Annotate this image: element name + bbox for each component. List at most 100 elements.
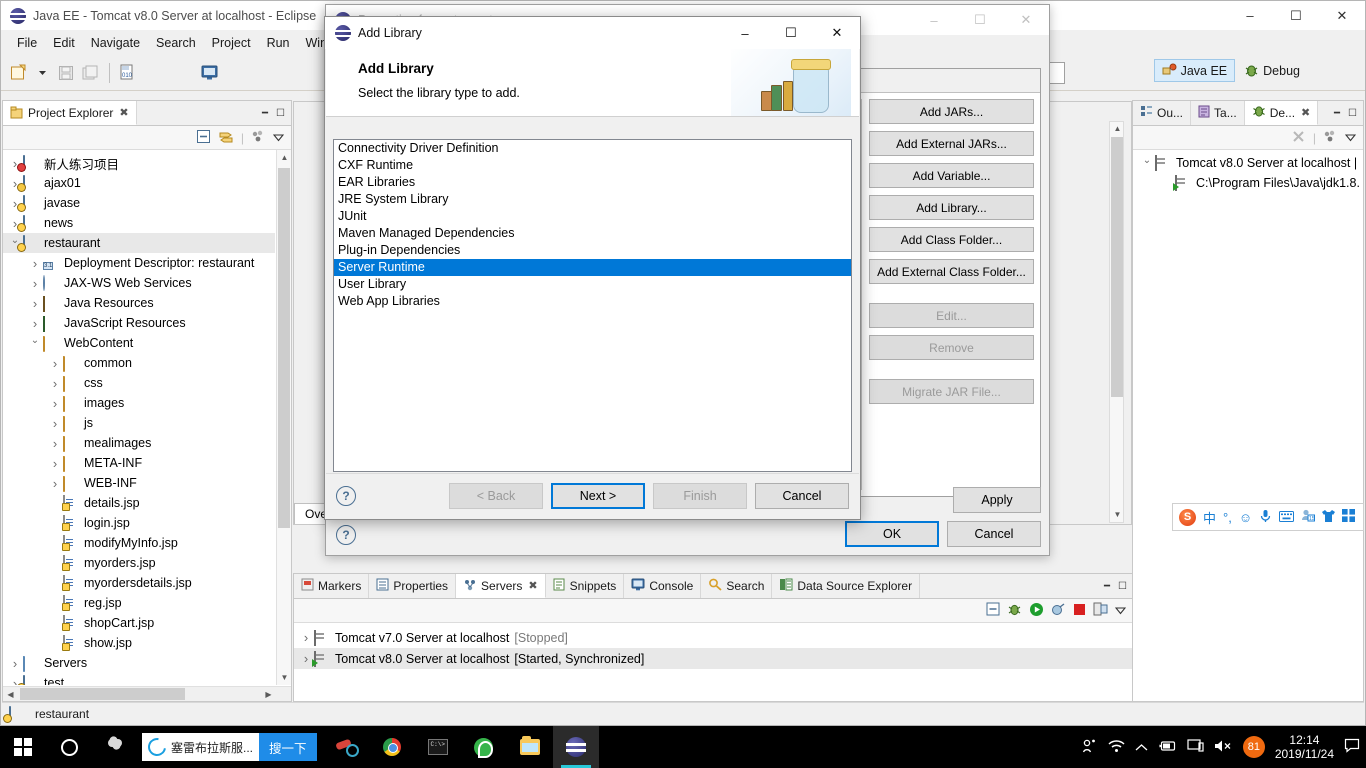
chevron-right-icon[interactable] bbox=[7, 656, 23, 671]
sogou-ime-logo-icon[interactable] bbox=[1179, 508, 1196, 526]
tree-item[interactable]: META-INF bbox=[3, 453, 275, 473]
servers-list[interactable]: Tomcat v7.0 Server at localhost [Stopped]… bbox=[294, 623, 1133, 669]
chevron-up-icon[interactable] bbox=[1135, 740, 1148, 755]
stop-server-icon[interactable] bbox=[1073, 603, 1086, 619]
apply-button[interactable]: Apply bbox=[953, 487, 1041, 513]
tab-search[interactable]: Search bbox=[701, 574, 773, 598]
chevron-right-icon[interactable] bbox=[47, 476, 63, 491]
properties-button-add-external-jars[interactable]: Add External JARs... bbox=[869, 131, 1034, 156]
properties-button-add-library[interactable]: Add Library... bbox=[869, 195, 1034, 220]
editor-scroll-up-icon[interactable]: ▲ bbox=[1110, 122, 1125, 136]
scroll-down-arrow-icon[interactable]: ▼ bbox=[277, 670, 291, 685]
tab-close-icon[interactable]: ✖ bbox=[1301, 106, 1310, 119]
tree-item[interactable]: myorders.jsp bbox=[3, 553, 275, 573]
minimize-right-panel-icon[interactable]: ━ bbox=[1334, 108, 1340, 119]
tab-snippets[interactable]: Snippets bbox=[545, 574, 625, 598]
tab-outline[interactable]: Ou... bbox=[1133, 101, 1192, 125]
library-type-item[interactable]: Plug-in Dependencies bbox=[334, 242, 851, 259]
debug-tree[interactable]: Tomcat v8.0 Server at localhost | C:\Prog… bbox=[1133, 150, 1363, 193]
project-tree[interactable]: 新人练习项目 ajax01 javase news restaurant 3.1 Deplo… bbox=[3, 150, 275, 685]
ime-punctuation-icon[interactable]: °, bbox=[1223, 510, 1232, 525]
chevron-right-icon[interactable] bbox=[47, 396, 63, 411]
library-type-item[interactable]: User Library bbox=[334, 276, 851, 293]
ie-window-button[interactable]: 塞雷布拉斯服... bbox=[142, 733, 260, 761]
chevron-right-icon[interactable] bbox=[47, 356, 63, 371]
tab-close-icon[interactable]: ✖ bbox=[528, 579, 537, 592]
chevron-down-icon[interactable] bbox=[27, 338, 43, 349]
tree-item[interactable]: login.jsp bbox=[3, 513, 275, 533]
fan-control-button[interactable] bbox=[92, 726, 138, 768]
tree-item[interactable]: Servers bbox=[3, 653, 275, 673]
properties-cancel-button[interactable]: Cancel bbox=[947, 521, 1041, 547]
collapse-all-icon[interactable] bbox=[196, 129, 211, 147]
chevron-right-icon[interactable] bbox=[47, 376, 63, 391]
link-with-editor-icon[interactable] bbox=[218, 129, 234, 147]
properties-help-icon[interactable]: ? bbox=[336, 525, 356, 545]
project-explorer-vscrollbar[interactable]: ▲ ▼ bbox=[276, 150, 291, 685]
tree-item[interactable]: myordersdetails.jsp bbox=[3, 573, 275, 593]
tree-item[interactable]: JavaScript Resources bbox=[3, 313, 275, 333]
ime-skin-icon[interactable] bbox=[1322, 509, 1336, 526]
library-type-item[interactable]: Web App Libraries bbox=[334, 293, 851, 310]
scroll-up-arrow-icon[interactable]: ▲ bbox=[277, 150, 291, 165]
tree-item[interactable]: ajax01 bbox=[3, 173, 275, 193]
add-library-button-next[interactable]: Next > bbox=[551, 483, 645, 509]
menu-run[interactable]: Run bbox=[259, 33, 298, 53]
chevron-right-icon[interactable] bbox=[298, 630, 314, 645]
tree-item[interactable]: show.jsp bbox=[3, 633, 275, 653]
ime-voice-icon[interactable] bbox=[1259, 509, 1272, 526]
properties-minimize-button[interactable]: – bbox=[911, 5, 957, 35]
debug-view-menu-dots-icon[interactable] bbox=[1323, 129, 1338, 147]
scroll-right-arrow-icon[interactable]: ▶ bbox=[261, 687, 276, 701]
tree-item[interactable]: common bbox=[3, 353, 275, 373]
snipping-tool-button[interactable] bbox=[323, 726, 369, 768]
menu-search[interactable]: Search bbox=[148, 33, 204, 53]
publish-server-icon[interactable] bbox=[1093, 602, 1108, 619]
vscroll-thumb[interactable] bbox=[278, 168, 290, 528]
tab-debug[interactable]: De... ✖ bbox=[1244, 101, 1319, 125]
tree-item[interactable]: mealimages bbox=[3, 433, 275, 453]
volume-muted-icon[interactable] bbox=[1214, 739, 1233, 756]
editor-scroll-down-icon[interactable]: ▼ bbox=[1110, 508, 1125, 522]
server-row[interactable]: Tomcat v7.0 Server at localhost [Stopped] bbox=[294, 627, 1133, 648]
properties-button-add-variable[interactable]: Add Variable... bbox=[869, 163, 1034, 188]
tree-item[interactable]: 新人练习项目 bbox=[3, 153, 275, 173]
tree-item[interactable]: restaurant bbox=[3, 233, 275, 253]
cortana-button[interactable] bbox=[46, 726, 92, 768]
properties-button-add-jars[interactable]: Add JARs... bbox=[869, 99, 1034, 124]
tree-item[interactable]: js bbox=[3, 413, 275, 433]
maxthon-window-button[interactable] bbox=[461, 726, 507, 768]
minimize-bottom-panel-icon[interactable]: ━ bbox=[1104, 581, 1110, 592]
project-explorer-hscrollbar[interactable]: ◀ ▶ bbox=[3, 686, 291, 701]
wifi-icon[interactable] bbox=[1108, 739, 1125, 756]
collapse-all-servers-icon[interactable] bbox=[986, 602, 1000, 619]
scroll-left-arrow-icon[interactable]: ◀ bbox=[3, 687, 18, 701]
add-library-minimize-button[interactable]: – bbox=[722, 17, 768, 49]
start-button[interactable] bbox=[0, 726, 46, 768]
tab-markers[interactable]: Markers bbox=[294, 574, 370, 598]
perspective-java-ee[interactable]: Java EE bbox=[1153, 59, 1236, 82]
library-type-item[interactable]: JRE System Library bbox=[334, 191, 851, 208]
chevron-right-icon[interactable] bbox=[27, 316, 43, 331]
profile-server-icon[interactable] bbox=[1051, 602, 1066, 620]
hex-editor-icon[interactable]: 010 bbox=[116, 61, 138, 85]
chevron-right-icon[interactable] bbox=[27, 256, 43, 271]
tree-item[interactable]: WebContent bbox=[3, 333, 275, 353]
properties-button-add-class-folder[interactable]: Add Class Folder... bbox=[869, 227, 1034, 252]
library-type-list[interactable]: Connectivity Driver Definition CXF Runtim… bbox=[333, 139, 852, 472]
chevron-right-icon[interactable] bbox=[47, 416, 63, 431]
library-type-item[interactable]: CXF Runtime bbox=[334, 157, 851, 174]
library-type-item[interactable]: Maven Managed Dependencies bbox=[334, 225, 851, 242]
add-library-maximize-button[interactable]: ☐ bbox=[768, 17, 814, 49]
tree-item[interactable]: WEB-INF bbox=[3, 473, 275, 493]
maximize-right-panel-icon[interactable]: ☐ bbox=[1348, 108, 1357, 119]
cmd-window-button[interactable] bbox=[415, 726, 461, 768]
ime-toolbox-icon[interactable] bbox=[1342, 509, 1356, 525]
editor-vscrollbar[interactable]: ▲ ▼ bbox=[1109, 121, 1124, 523]
file-explorer-window-button[interactable] bbox=[507, 726, 553, 768]
add-library-help-button[interactable]: ? bbox=[336, 486, 356, 506]
tree-item[interactable]: test bbox=[3, 673, 275, 685]
tree-item[interactable]: details.jsp bbox=[3, 493, 275, 513]
tree-item[interactable]: 3.1 Deployment Descriptor: restaurant bbox=[3, 253, 275, 273]
minimize-button[interactable]: – bbox=[1227, 1, 1273, 31]
